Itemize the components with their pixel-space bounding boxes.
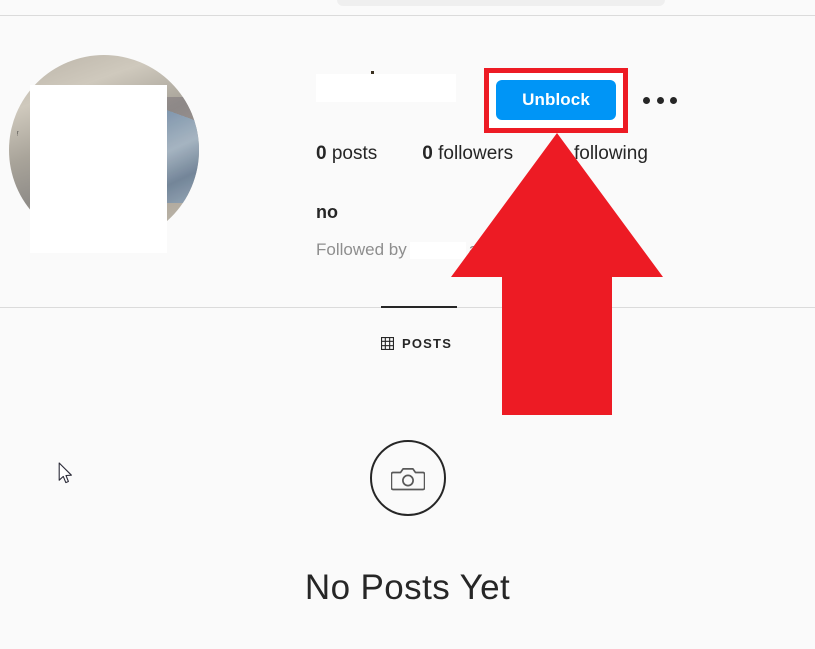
- followed-by-redaction-overlay: [409, 241, 466, 259]
- followed-by-label: Followed by: [316, 240, 407, 259]
- avatar[interactable]: [9, 55, 199, 253]
- browser-top-chrome: [0, 0, 815, 16]
- stat-posts-count: 0: [316, 143, 327, 164]
- stat-followers-label: followers: [438, 143, 514, 164]
- ellipsis-dot: [670, 96, 677, 104]
- ellipsis-dot: [656, 96, 664, 104]
- tab-tagged[interactable]: D: [520, 336, 531, 351]
- grid-icon: [381, 337, 394, 350]
- tab-posts-label: POSTS: [402, 336, 453, 351]
- stat-following-label: following: [573, 143, 648, 164]
- username-artifact: [371, 71, 374, 74]
- followed-by-row[interactable]: Followed by a: [316, 240, 478, 260]
- search-bar[interactable]: [337, 0, 665, 6]
- stat-posts-label: posts: [331, 143, 378, 164]
- profile-header: Unblock 0 posts 0 followers 0 following …: [0, 16, 815, 307]
- followed-by-suffix: a: [468, 240, 479, 259]
- username-redaction-overlay: [316, 74, 456, 102]
- profile-stats: 0 posts 0 followers 0 following: [316, 143, 648, 165]
- ellipsis-icon[interactable]: [643, 90, 677, 110]
- empty-state-title: No Posts Yet: [304, 568, 511, 607]
- avatar-redaction-overlay: [30, 85, 167, 253]
- profile-display-name: no: [316, 202, 338, 222]
- ellipsis-dot: [643, 96, 650, 104]
- stat-followers[interactable]: 0 followers: [422, 143, 513, 165]
- unblock-button[interactable]: Unblock: [496, 80, 616, 120]
- stat-following[interactable]: 0 following: [558, 143, 648, 165]
- stat-following-count: 0: [558, 143, 569, 164]
- tab-posts-active-underline: [381, 306, 457, 308]
- profile-tabs: POSTS D: [0, 296, 815, 358]
- stat-followers-count: 0: [422, 143, 433, 164]
- stat-posts[interactable]: 0 posts: [316, 143, 377, 165]
- empty-state: No Posts Yet: [0, 440, 815, 608]
- tab-posts[interactable]: POSTS: [381, 336, 452, 351]
- tab-tagged-label: D: [520, 336, 531, 351]
- camera-icon: [369, 440, 446, 516]
